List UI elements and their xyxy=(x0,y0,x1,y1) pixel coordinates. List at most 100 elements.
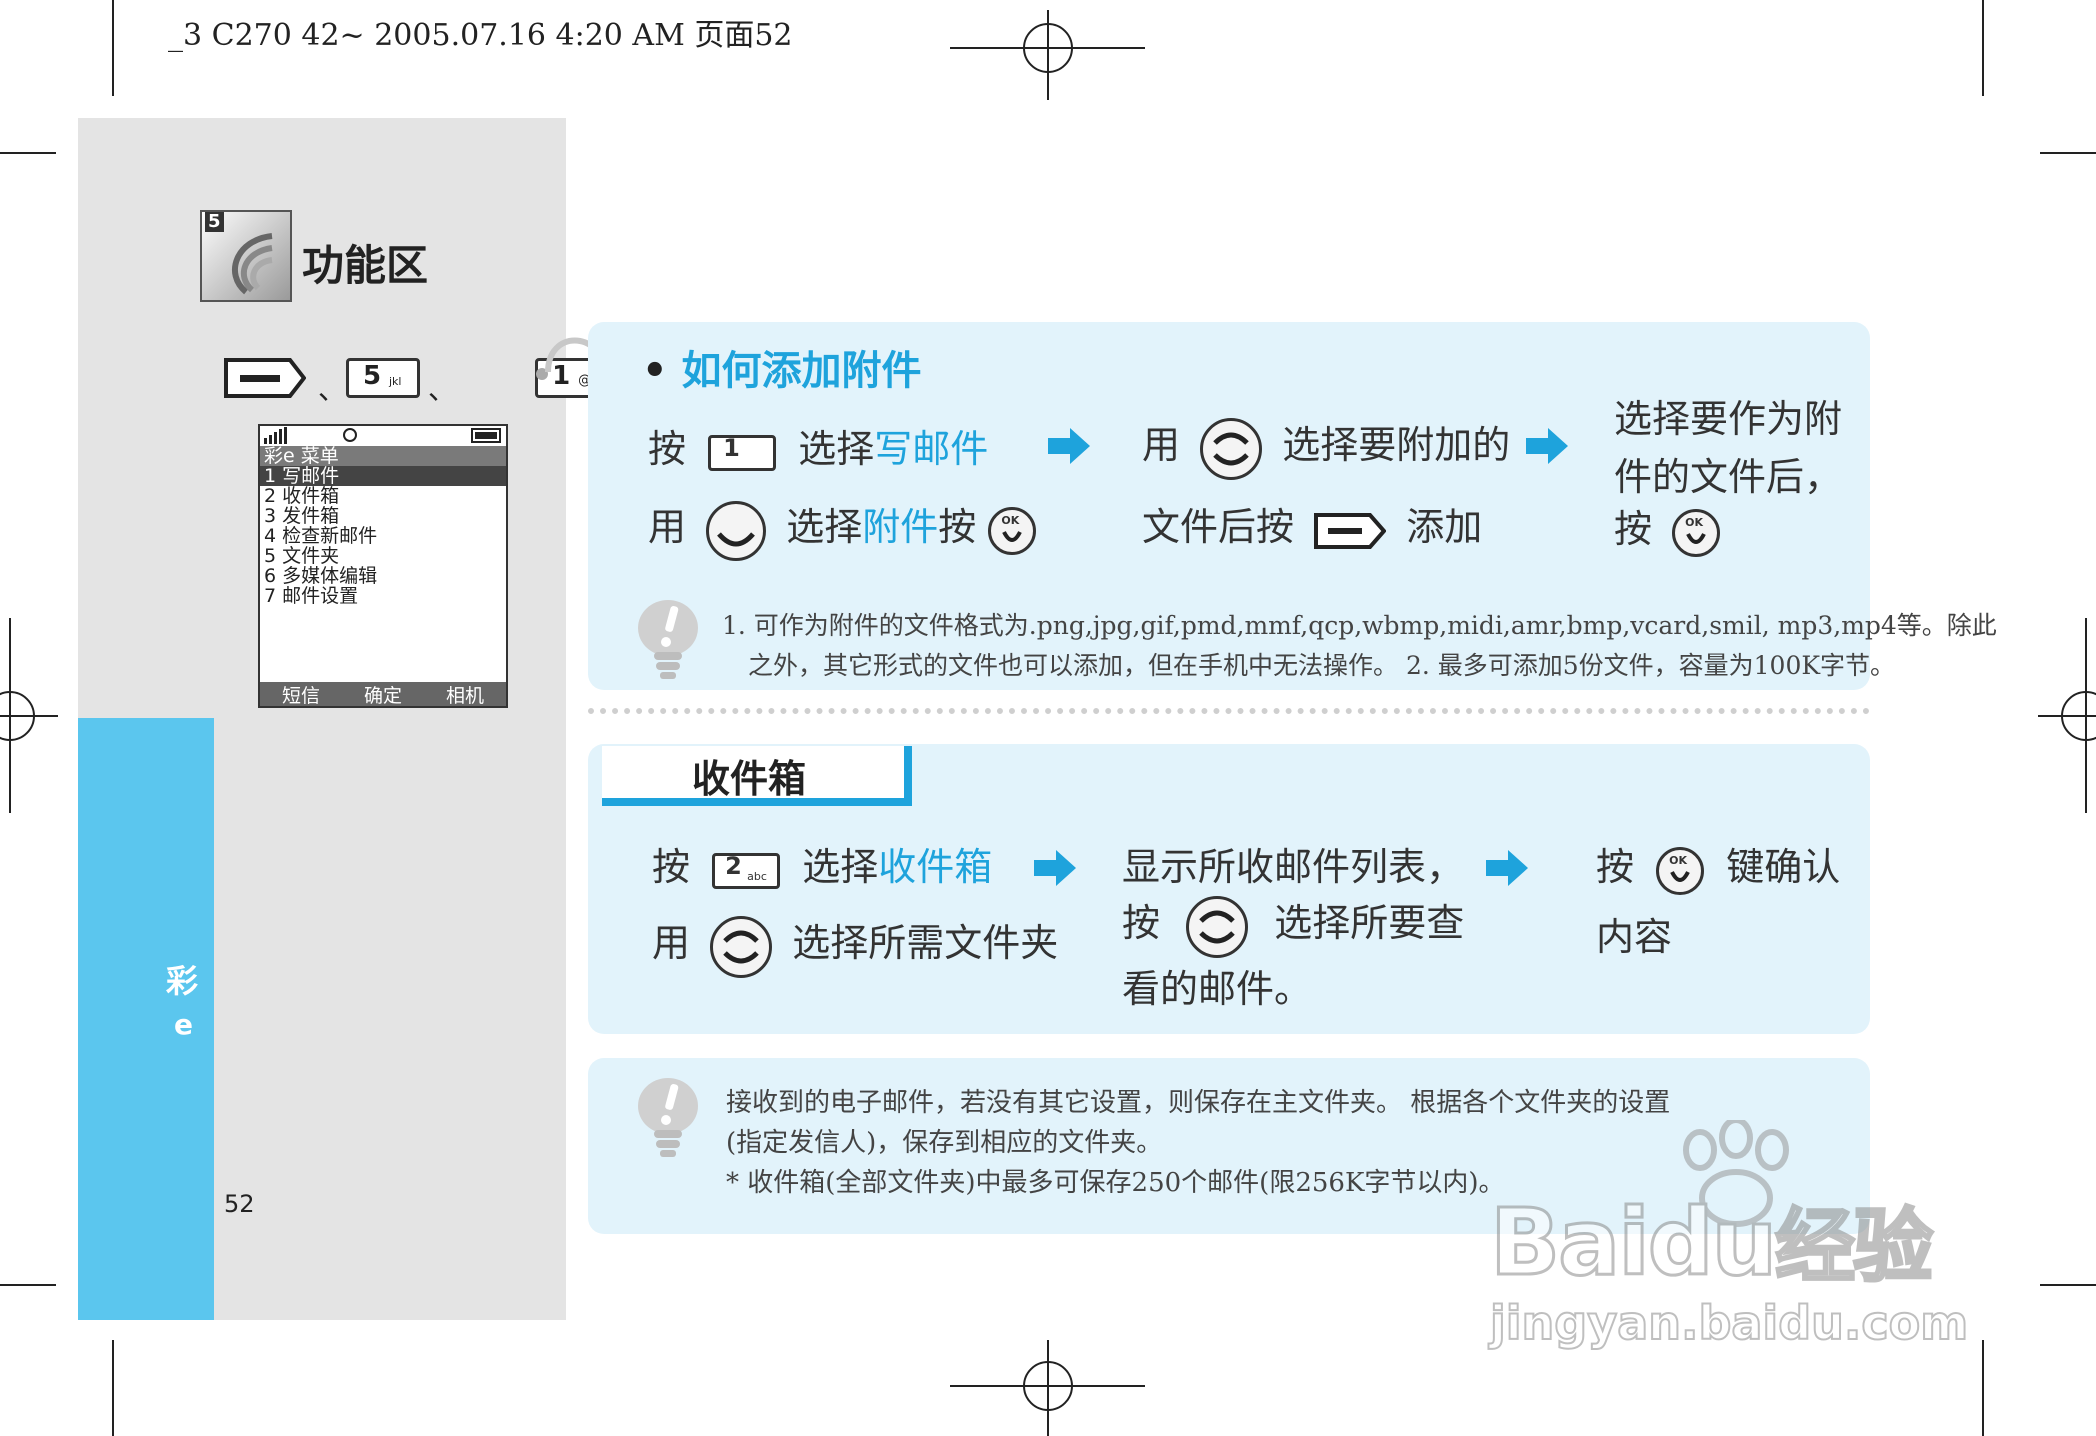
attach-step-2: 用 选择附件按 OK xyxy=(648,496,1037,561)
inbox-s1-key-sub: abc xyxy=(747,869,767,883)
attach-title: • 如何添加附件 xyxy=(642,338,922,396)
page-number: 52 xyxy=(224,1190,255,1218)
attach-note-line1: 1. 可作为附件的文件格式为.png,jpg,gif,pmd,mmf,qcp,w… xyxy=(722,611,1997,640)
section-title: 功能区 xyxy=(302,241,429,290)
bottom-note-line3: * 收件箱(全部文件夹)中最多可保存250个邮件(限256K字节以内)。 xyxy=(726,1168,1505,1198)
inbox-s2-text: 选择所需文件夹 xyxy=(792,921,1059,965)
phone-title: 彩e 菜单 xyxy=(260,446,506,466)
section-icon-number: 5 xyxy=(205,212,224,232)
attach-bullet: • xyxy=(642,348,668,394)
attach-step-4-line3: 按 OK xyxy=(1614,498,1721,557)
phone-menu-item: 2 收件箱 xyxy=(264,485,340,507)
attach-s2-target: 附件 xyxy=(862,505,939,549)
inbox-step-4-line2: 内容 xyxy=(1596,915,1673,959)
phone-softkey-bar: 短信 确定 相机 xyxy=(260,682,506,706)
attach-note-line2: 之外，其它形式的文件也可以添加，但在手机中无法操作。 2. 最多可添加5份文件，… xyxy=(748,651,1896,680)
attach-step-4-line1: 选择要作为附 xyxy=(1614,397,1843,441)
section-icon: 5 xyxy=(200,210,292,302)
menu-key-icon xyxy=(224,358,307,398)
attach-s4-press: 按 xyxy=(1614,507,1653,551)
key-5-label: 5 xyxy=(363,361,382,391)
attach-s3-use: 用 xyxy=(1142,423,1181,467)
nav-down-icon xyxy=(706,500,767,561)
arrow-right-icon xyxy=(1034,850,1076,886)
key-1-icon: 1 xyxy=(708,433,777,471)
phone-softkey-center: 确定 xyxy=(363,684,402,707)
inbox-step-3-line3: 看的邮件。 xyxy=(1122,967,1313,1011)
attach-s2-select: 选择 xyxy=(786,505,863,549)
side-tab-label-bottom: e xyxy=(174,1008,193,1041)
ok-button-icon: OK xyxy=(1672,508,1721,557)
left-softkey-icon xyxy=(1314,512,1387,549)
attach-step-3: 用 选择要附加的 xyxy=(1142,414,1510,480)
inbox-s4-text: 键确认 xyxy=(1726,845,1841,889)
ok-button-icon: OK xyxy=(988,506,1037,555)
registration-mark-right xyxy=(2038,618,2096,813)
attach-step-1: 按 1 选择写邮件 xyxy=(648,418,988,473)
arrow-right-icon xyxy=(1486,850,1528,886)
phone-menu-item-selected: 1 写邮件 xyxy=(260,466,506,486)
inbox-s2-use: 用 xyxy=(652,921,691,965)
phone-menu-item: 5 文件夹 xyxy=(264,545,340,567)
tip-bulb-icon xyxy=(638,1078,698,1157)
side-tab-label-top: 彩 xyxy=(166,962,199,1000)
nav-updown-icon xyxy=(710,915,773,978)
attach-s3-text: 选择要附加的 xyxy=(1282,423,1511,467)
registration-mark-left xyxy=(0,618,58,813)
bottom-note-line1: 接收到的电子邮件，若没有其它设置，则保存在主文件夹。 根据各个文件夹的设置 xyxy=(726,1088,1671,1118)
attach-step-3-line2: 文件后按 添加 xyxy=(1142,496,1482,551)
arrow-right-icon xyxy=(1526,428,1568,464)
attach-s2-press: 按 xyxy=(938,505,977,549)
attach-title-text: 如何添加附件 xyxy=(681,348,922,394)
phone-softkey-left: 短信 xyxy=(281,684,320,707)
attach-step-4-line2: 件的文件后， xyxy=(1614,455,1843,499)
attach-s3-line2b: 添加 xyxy=(1406,505,1483,549)
inbox-s4-press: 按 xyxy=(1596,845,1635,889)
inbox-title-tab: 收件箱 xyxy=(602,746,912,806)
watermark-brand-b: du xyxy=(1646,1188,1778,1298)
attach-s1-key: 1 xyxy=(723,433,740,462)
attach-s1-target: 写邮件 xyxy=(874,427,989,471)
bottom-note-line2: (指定发信人)，保存到相应的文件夹。 xyxy=(726,1128,1163,1158)
dotted-divider xyxy=(588,708,1870,714)
ok-button-icon: OK xyxy=(1656,846,1705,895)
key-5-sub: jkl xyxy=(389,375,402,388)
inbox-step-3-line2: 按 选择所要查 xyxy=(1122,892,1464,958)
print-header: _3 C270 42~ 2005.07.16 4:20 AM 页面52 xyxy=(168,18,793,53)
tip-bulb-icon xyxy=(638,600,698,679)
inbox-step-1: 按 2 abc 选择收件箱 xyxy=(652,836,992,891)
inbox-s1-press: 按 xyxy=(652,845,691,889)
key-separator-1: 、 xyxy=(318,373,347,406)
phone-softkey-right: 相机 xyxy=(445,684,484,707)
nav-updown-icon xyxy=(1200,417,1263,480)
inbox-s3-text: 选择所要查 xyxy=(1274,901,1465,945)
inbox-s1-select: 选择 xyxy=(802,845,879,889)
arrow-right-icon xyxy=(1048,428,1090,464)
registration-mark-top xyxy=(950,10,1145,100)
key-separator-2: 、 xyxy=(428,373,457,406)
inbox-s3-press: 按 xyxy=(1122,901,1161,945)
inbox-step-4-line1: 按 OK 键确认 xyxy=(1596,836,1840,895)
inbox-step-2: 用 选择所需文件夹 xyxy=(652,912,1058,978)
inbox-title: 收件箱 xyxy=(692,756,807,801)
key-5-icon: 5 jkl xyxy=(346,358,420,398)
inbox-s1-key: 2 xyxy=(725,851,742,880)
phone-screen: 彩e 菜单 1 写邮件 2 收件箱 3 发件箱 4 检查新邮件 5 文件夹 6 … xyxy=(258,424,508,708)
phone-menu-item: 3 发件箱 xyxy=(264,505,340,527)
attach-s1-select: 选择 xyxy=(798,427,875,471)
nav-updown-icon xyxy=(1186,895,1249,958)
key-2-icon: 2 abc xyxy=(712,851,781,889)
watermark-brand-a: Bai xyxy=(1489,1188,1652,1298)
watermark: Baidu经验 jingyan.baidu.com xyxy=(1480,1120,2080,1351)
phone-menu-item: 4 检查新邮件 xyxy=(264,525,378,547)
watermark-brand: Baidu经验 xyxy=(1489,1182,1935,1298)
inbox-s1-target: 收件箱 xyxy=(878,845,993,889)
phone-menu-item: 7 邮件设置 xyxy=(264,585,359,607)
phone-status-bar xyxy=(260,426,506,446)
watermark-url: jingyan.baidu.com xyxy=(1489,1295,1969,1351)
side-tab: 彩 e xyxy=(78,718,214,1320)
phone-menu-item: 6 多媒体编辑 xyxy=(264,565,378,587)
attach-s1-press: 按 xyxy=(648,427,687,471)
watermark-brand-cn: 经验 xyxy=(1774,1199,1935,1295)
attach-s3-line2a: 文件后按 xyxy=(1142,505,1295,549)
